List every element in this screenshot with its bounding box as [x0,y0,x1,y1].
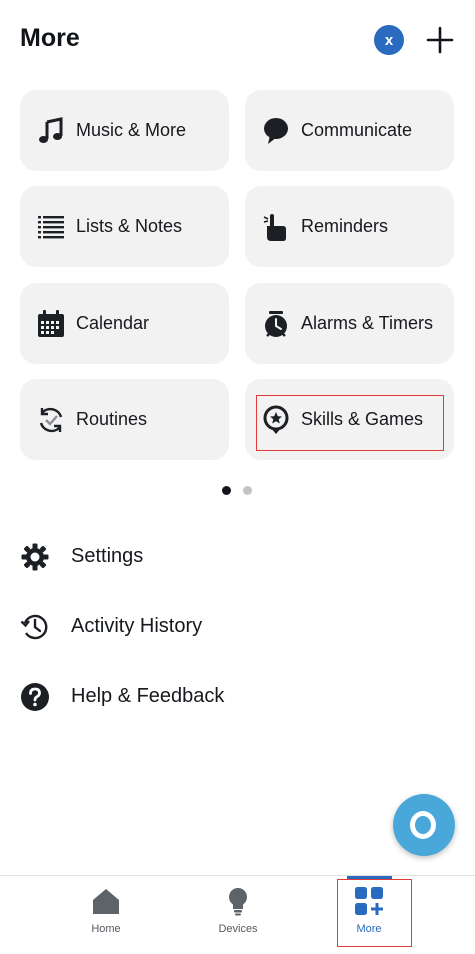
pointing-hand-icon [261,212,291,242]
tile-label: Communicate [301,120,413,140]
nav-devices[interactable]: Devices [183,876,293,954]
add-button[interactable] [424,24,456,56]
help-icon [20,682,50,712]
menu-item-settings[interactable]: Settings [0,529,475,585]
calendar-icon [36,309,66,339]
nav-label: Home [91,923,121,935]
menu-item-label: Activity History [71,615,203,637]
list-icon [36,212,66,242]
tile-label: Music & More [76,120,187,140]
tile-label: Alarms & Timers [301,313,434,333]
tile-communicate[interactable]: Communicate [245,90,454,171]
speech-bubble-icon [261,116,291,146]
alexa-ring-icon [410,811,436,839]
history-icon [20,612,50,642]
gear-icon [20,542,50,572]
menu-item-help-feedback[interactable]: Help & Feedback [0,669,475,725]
tile-label: Routines [76,409,148,429]
plus-icon [426,26,454,54]
page-dot[interactable] [243,486,252,495]
tile-label: Reminders [301,216,389,236]
tile-lists-notes[interactable]: Lists & Notes [20,186,229,267]
header: More x [0,0,475,80]
menu-item-label: Settings [71,545,144,567]
page-title: More [20,24,80,52]
alarm-clock-icon [261,309,291,339]
highlight-nav-more [337,879,412,947]
tile-label: Calendar [76,313,150,333]
tile-reminders[interactable]: Reminders [245,186,454,267]
nav-label: Devices [218,923,258,935]
alexa-button[interactable] [393,794,455,856]
lightbulb-icon [223,886,253,916]
page-indicator [222,486,252,495]
music-note-icon [36,116,66,146]
routines-icon [36,405,66,435]
tile-routines[interactable]: Routines [20,379,229,460]
menu-item-label: Help & Feedback [71,685,225,707]
menu-item-activity-history[interactable]: Activity History [0,599,475,655]
tile-music-more[interactable]: Music & More [20,90,229,171]
tile-calendar[interactable]: Calendar [20,283,229,364]
nav-home[interactable]: Home [51,876,161,954]
highlight-skills-games [256,395,444,451]
tile-alarms-timers[interactable]: Alarms & Timers [245,283,454,364]
home-icon [91,886,121,916]
tile-label: Lists & Notes [76,216,183,236]
page-dot-active[interactable] [222,486,231,495]
avatar[interactable]: x [374,25,404,55]
